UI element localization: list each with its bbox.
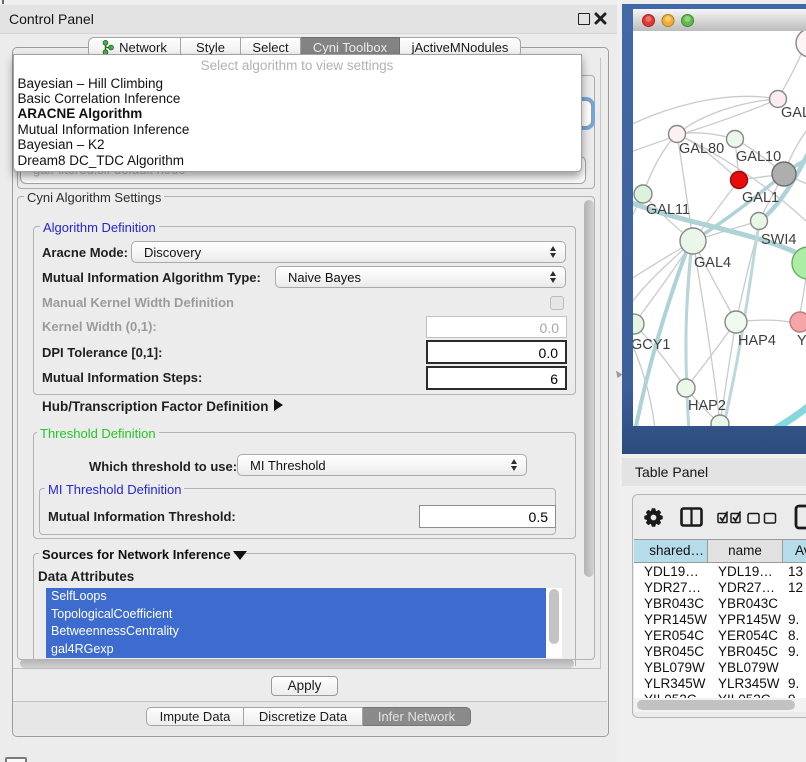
svg-text:GAL4: GAL4: [694, 255, 731, 271]
svg-text:Y: Y: [797, 333, 806, 349]
svg-text:SWI4: SWI4: [761, 232, 796, 248]
svg-text:GAL80: GAL80: [679, 141, 724, 157]
svg-text:GCY1: GCY1: [633, 337, 671, 353]
svg-text:HAP4: HAP4: [738, 333, 776, 349]
svg-text:HAP2: HAP2: [688, 398, 726, 414]
svg-text:GAL11: GAL11: [646, 202, 690, 218]
svg-text:GAL7: GAL7: [781, 105, 806, 121]
svg-text:GAL10: GAL10: [736, 149, 781, 165]
svg-text:GAL1: GAL1: [742, 190, 779, 206]
